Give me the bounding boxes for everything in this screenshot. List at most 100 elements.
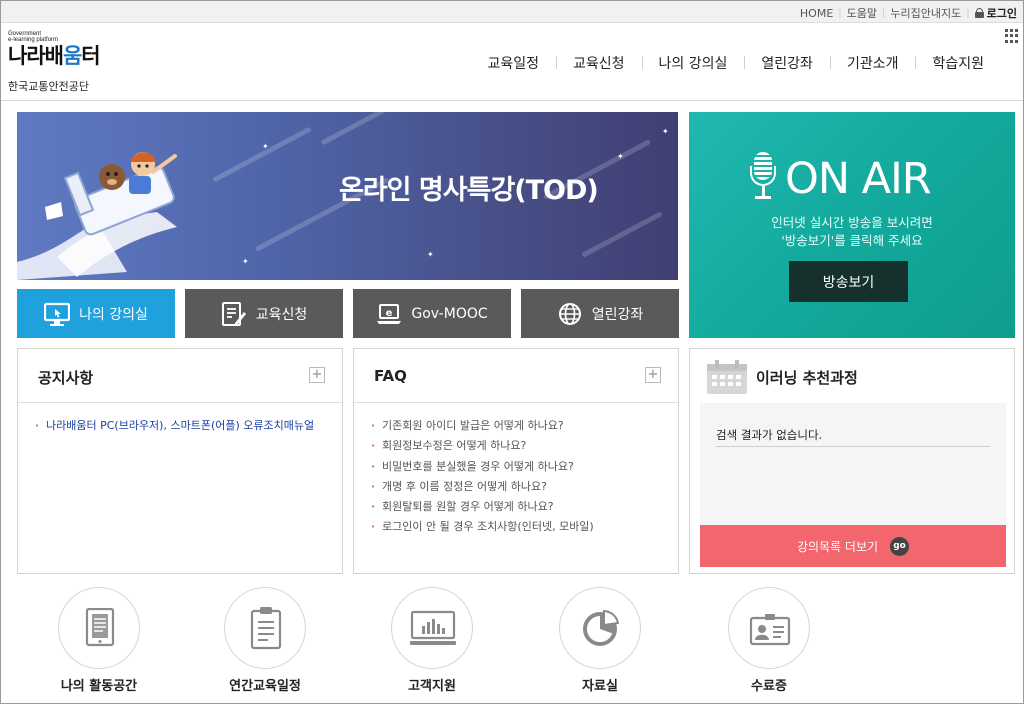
laptop-e-icon: e: [377, 303, 402, 324]
lecture-list-more-button[interactable]: 강의목록 더보기 go: [700, 525, 1006, 567]
notice-header: 공지사항 +: [18, 349, 342, 403]
onair-desc-line1: 인터넷 실시간 방송을 보시려면: [771, 215, 933, 230]
lock-icon: [974, 8, 984, 18]
nav-open-lectures[interactable]: 열린강좌: [744, 53, 830, 73]
onair-title: ON AIR: [785, 154, 932, 204]
notice-list: 나라배움터 PC(브라우저), 스마트폰(어플) 오류조치매뉴얼: [18, 403, 342, 436]
quick-my-classroom-button[interactable]: 나의 강의실: [17, 289, 175, 338]
tablet-doc-icon: [85, 608, 115, 647]
svg-text:e: e: [386, 308, 393, 319]
divider: |: [882, 7, 886, 19]
nav-edu-apply[interactable]: 교육신청: [556, 53, 642, 73]
tod-banner[interactable]: ✦ ✦ ✦ ✦ ✦ 온라인 명사특강(TOD): [17, 112, 678, 280]
home-link[interactable]: HOME: [800, 7, 833, 20]
customer-support-link[interactable]: 고객지원: [377, 587, 487, 694]
monitor-icon: [44, 302, 71, 326]
link-label: 나의 활동공간: [60, 679, 138, 694]
nav-edu-schedule[interactable]: 교육일정: [470, 53, 556, 73]
link-label: 연간교육일정: [229, 679, 301, 694]
logo-title-part1: 나라배: [8, 44, 64, 68]
globe-icon: [558, 302, 581, 325]
quick-label: 열린강좌: [591, 306, 644, 323]
faq-item[interactable]: 회원정보수정은 어떻게 하나요?: [371, 436, 661, 456]
faq-item[interactable]: 기존회원 아이디 발급은 어떻게 하나요?: [371, 416, 661, 436]
logo-org-name: 한국교통안전공단: [8, 80, 89, 93]
star-icon: ✦: [242, 257, 249, 266]
elearning-title: 이러닝 추천과정: [756, 369, 858, 387]
divider: [716, 446, 990, 447]
faq-item[interactable]: 개명 후 이름 정정은 어떻게 하나요?: [371, 477, 661, 497]
notice-title: 공지사항: [38, 369, 94, 387]
microphone-icon: [749, 152, 777, 206]
quick-label: 나의 강의실: [79, 306, 148, 323]
faq-header: FAQ +: [354, 349, 678, 403]
quick-label: 교육신청: [255, 306, 308, 323]
main-nav: 교육일정 교육신청 나의 강의실 열린강좌 기관소개 학습지원: [470, 53, 1001, 73]
nav-about[interactable]: 기관소개: [829, 53, 916, 73]
divider: |: [838, 7, 842, 19]
quick-edu-apply-button[interactable]: 교육신청: [185, 289, 343, 338]
logo-title-part2: 움: [62, 44, 82, 68]
faq-panel: FAQ + 기존회원 아이디 발급은 어떻게 하나요? 회원정보수정은 어떻게 …: [353, 348, 679, 574]
banner-streak: [581, 211, 663, 258]
logo-title-part3: 터: [81, 44, 100, 68]
onair-panel: ON AIR 인터넷 실시간 방송을 보시려면 '방송보기'를 클릭해 주세요 …: [689, 112, 1015, 338]
login-label: 로그인: [986, 7, 1017, 20]
link-circle: [391, 587, 473, 669]
notice-panel: 공지사항 + 나라배움터 PC(브라우저), 스마트폰(어플) 오류조치매뉴얼: [17, 348, 343, 574]
star-icon: ✦: [617, 152, 624, 161]
flying-bed-illustration: [17, 152, 177, 280]
monitor-chart-icon: [410, 610, 456, 645]
onair-heading: ON AIR: [749, 152, 932, 206]
link-label: 자료실: [582, 679, 618, 694]
faq-title: FAQ: [374, 367, 407, 385]
nav-my-classroom[interactable]: 나의 강의실: [641, 53, 745, 73]
my-activity-link[interactable]: 나의 활동공간: [44, 587, 154, 694]
notice-more-button[interactable]: +: [309, 367, 325, 383]
banner-streak: [212, 126, 312, 183]
sitemap-link[interactable]: 누리집안내지도: [890, 5, 961, 21]
quick-gov-mooc-button[interactable]: e Gov-MOOC: [353, 289, 511, 338]
archive-link[interactable]: 자료실: [545, 587, 655, 694]
login-link[interactable]: 로그인: [974, 5, 1017, 21]
star-icon: ✦: [662, 127, 669, 136]
nav-learning-support[interactable]: 학습지원: [915, 53, 1001, 73]
quick-open-lecture-button[interactable]: 열린강좌: [521, 289, 679, 338]
id-card-icon: [749, 614, 791, 646]
elearning-panel: 이러닝 추천과정 검색 결과가 없습니다. 강의목록 더보기 go: [689, 348, 1015, 574]
link-circle: [58, 587, 140, 669]
help-link[interactable]: 도움말: [847, 5, 877, 21]
pie-chart-icon: [583, 609, 620, 646]
link-circle: [224, 587, 306, 669]
notice-item[interactable]: 나라배움터 PC(브라우저), 스마트폰(어플) 오류조치매뉴얼: [35, 416, 325, 436]
banner-streak: [320, 112, 394, 146]
elearning-results: 검색 결과가 없습니다.: [700, 403, 1006, 525]
faq-more-button[interactable]: +: [645, 367, 661, 383]
link-circle: [559, 587, 641, 669]
star-icon: ✦: [427, 250, 434, 259]
certificate-link[interactable]: 수료증: [714, 587, 824, 694]
divider: |: [966, 7, 970, 19]
elearning-header: 이러닝 추천과정: [690, 349, 1014, 403]
faq-item[interactable]: 로그인이 안 될 경우 조치사항(인터넷, 모바일): [371, 517, 661, 537]
go-icon: go: [890, 536, 910, 556]
star-icon: ✦: [262, 142, 269, 151]
onair-description: 인터넷 실시간 방송을 보시려면 '방송보기'를 클릭해 주세요: [689, 214, 1015, 250]
annual-schedule-link[interactable]: 연간교육일정: [210, 587, 320, 694]
link-label: 수료증: [751, 679, 787, 694]
site-header: Government e-learning platform 나라배움터 한국교…: [1, 23, 1023, 101]
faq-item[interactable]: 비밀번호를 분실했을 경우 어떻게 하나요?: [371, 457, 661, 477]
faq-item[interactable]: 회원탈퇴를 원할 경우 어떻게 하나요?: [371, 497, 661, 517]
utility-nav: HOME | 도움말 | 누리집안내지도 | 로그인: [800, 5, 1017, 21]
calendar-icon: [707, 360, 747, 394]
quick-label: Gov-MOOC: [411, 305, 488, 322]
page-frame: HOME | 도움말 | 누리집안내지도 | 로그인 Government e-…: [0, 0, 1024, 704]
more-label: 강의목록 더보기: [796, 539, 879, 554]
link-label: 고객지원: [408, 679, 456, 694]
site-logo[interactable]: Government e-learning platform 나라배움터 한국교…: [8, 31, 101, 94]
all-menu-icon[interactable]: [1005, 29, 1019, 43]
watch-broadcast-button[interactable]: 방송보기: [789, 261, 908, 302]
form-pen-icon: [221, 301, 246, 326]
faq-list: 기존회원 아이디 발급은 어떻게 하나요? 회원정보수정은 어떻게 하나요? 비…: [354, 403, 678, 538]
onair-desc-line2: '방송보기'를 클릭해 주세요: [781, 233, 923, 248]
